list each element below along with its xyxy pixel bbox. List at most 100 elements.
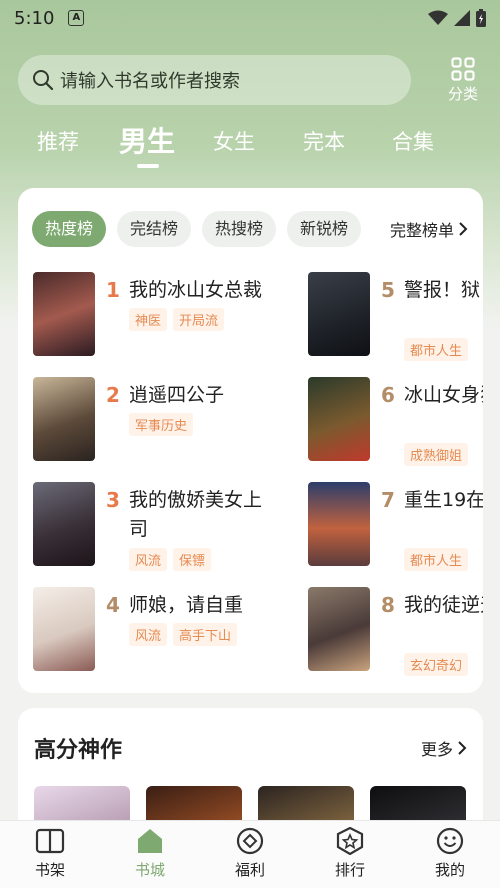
- tab-collection[interactable]: 合集: [392, 126, 434, 156]
- book-icon: [35, 828, 65, 854]
- nav-bookstore[interactable]: 书城: [120, 827, 180, 880]
- tag: 都市人生: [404, 338, 469, 361]
- tag: 成熟御姐: [404, 443, 469, 466]
- signal-icon: [454, 10, 470, 26]
- book-tags: 成熟御姐: [404, 443, 469, 466]
- chip-finished[interactable]: 完结榜: [117, 211, 192, 247]
- wifi-icon: [428, 10, 448, 25]
- nav-ranking[interactable]: 排行: [320, 827, 380, 880]
- diamond-icon: [236, 827, 264, 855]
- nav-label: 我的: [434, 861, 465, 879]
- status-bar: 5:10 A: [0, 0, 500, 36]
- category-label: 分类: [447, 84, 478, 103]
- book-title: 我的冰山女总裁: [129, 279, 263, 301]
- nav-label: 书架: [34, 861, 65, 879]
- chip-new[interactable]: 新锐榜: [287, 211, 362, 247]
- book-title: 我的徒逆天了: [404, 594, 483, 616]
- book-cover: [33, 587, 95, 671]
- rank-number: 7: [381, 488, 395, 512]
- rank-number: 6: [381, 383, 395, 407]
- grid-icon: [451, 56, 475, 81]
- full-list-link[interactable]: 完整榜单: [390, 211, 468, 247]
- tag: 风流: [129, 623, 168, 646]
- tab-recommend[interactable]: 推荐: [37, 126, 79, 156]
- nav-bookshelf[interactable]: 书架: [20, 827, 80, 880]
- tab-male[interactable]: 男生: [119, 120, 175, 160]
- tag: 神医: [129, 308, 168, 331]
- book-item[interactable]: 2 逍遥四公子 军事历史: [33, 377, 273, 473]
- book-tags: 军事历史: [129, 413, 194, 436]
- status-icons: [428, 9, 486, 27]
- ranking-chips: 热度榜 完结榜 热搜榜 新锐榜: [32, 211, 362, 247]
- book-tags: 风流 保镖: [129, 548, 212, 571]
- book-tags: 风流 高手下山: [129, 623, 238, 646]
- search-input[interactable]: 请输入书名或作者搜索: [18, 55, 411, 105]
- book-title: 警报！狱！: [404, 279, 483, 301]
- book-cover: [33, 272, 95, 356]
- tag: 军事历史: [129, 413, 194, 436]
- section-title: 高分神作: [34, 738, 123, 763]
- chevron-right-icon: [458, 741, 467, 755]
- rank-number: 3: [106, 488, 120, 512]
- badge-star-icon: [336, 827, 364, 855]
- tag: 风流: [129, 548, 168, 571]
- channel-tabs: 推荐 男生 女生 完本 合集: [0, 125, 500, 170]
- book-cover: [308, 272, 370, 356]
- book-cover: [33, 377, 95, 461]
- tag: 开局流: [173, 308, 225, 331]
- rank-number: 2: [106, 383, 120, 407]
- chevron-right-icon: [459, 222, 468, 236]
- smile-icon: [436, 827, 464, 855]
- book-title: 我的傲娇美女上司: [129, 489, 263, 540]
- book-title: 逍遥四公子: [129, 384, 225, 406]
- rank-number: 5: [381, 278, 395, 302]
- tag: 高手下山: [173, 623, 238, 646]
- nav-profile[interactable]: 我的: [420, 827, 480, 880]
- rank-number: 4: [106, 593, 120, 617]
- chip-hot[interactable]: 热度榜: [32, 211, 107, 247]
- book-item[interactable]: 4 师娘，请自重 风流 高手下山: [33, 587, 273, 683]
- book-tags: 玄幻奇幻: [404, 653, 469, 676]
- chip-search[interactable]: 热搜榜: [202, 211, 277, 247]
- book-item[interactable]: 7 重生19在深山 都市人生: [308, 482, 483, 578]
- book-cover: [33, 482, 95, 566]
- house-icon: [138, 829, 162, 853]
- tag: 保镖: [173, 548, 212, 571]
- book-item[interactable]: 5 警报！狱！ 都市人生: [308, 272, 483, 368]
- tag: 玄幻奇幻: [404, 653, 469, 676]
- full-list-label: 完整榜单: [390, 221, 455, 240]
- book-title: 冰山女身狂医: [404, 384, 483, 406]
- book-item[interactable]: 3 我的傲娇美女上司 风流 保镖: [33, 482, 273, 578]
- book-item[interactable]: 1 我的冰山女总裁 神医 开局流: [33, 272, 273, 368]
- battery-icon: [476, 9, 486, 27]
- book-item[interactable]: 8 我的徒逆天了 玄幻奇幻: [308, 587, 483, 683]
- nav-label: 福利: [234, 861, 265, 879]
- more-label: 更多: [420, 740, 453, 759]
- book-title: 师娘，请自重: [129, 594, 244, 616]
- book-cover: [308, 377, 370, 461]
- book-tags: 都市人生: [404, 548, 469, 571]
- bottom-nav: 书架 书城 福利 排行 我的: [0, 820, 500, 888]
- rank-number: 1: [106, 278, 120, 302]
- book-item[interactable]: 6 冰山女身狂医 成熟御姐: [308, 377, 483, 473]
- status-time: 5:10: [14, 7, 55, 29]
- book-tags: 都市人生: [404, 338, 469, 361]
- ranking-card: 热度榜 完结榜 热搜榜 新锐榜 完整榜单 1 我的冰山女总裁 神医 开局流 2 …: [18, 188, 483, 693]
- nav-label: 书城: [134, 861, 165, 879]
- book-cover: [308, 482, 370, 566]
- rank-number: 8: [381, 593, 395, 617]
- tab-female[interactable]: 女生: [213, 126, 255, 156]
- search-placeholder: 请输入书名或作者搜索: [60, 71, 240, 92]
- more-link[interactable]: 更多: [421, 736, 467, 760]
- book-tags: 神医 开局流: [129, 308, 225, 331]
- search-icon: [33, 70, 54, 91]
- book-title: 重生19在深山: [404, 489, 483, 511]
- nav-welfare[interactable]: 福利: [220, 827, 280, 880]
- category-button[interactable]: 分类: [443, 56, 483, 104]
- search-row: 请输入书名或作者搜索 分类: [18, 55, 483, 105]
- tag: 都市人生: [404, 548, 469, 571]
- tab-finished[interactable]: 完本: [303, 126, 345, 156]
- notification-icon: A: [68, 10, 85, 26]
- tab-active-indicator: [137, 164, 159, 168]
- book-cover: [308, 587, 370, 671]
